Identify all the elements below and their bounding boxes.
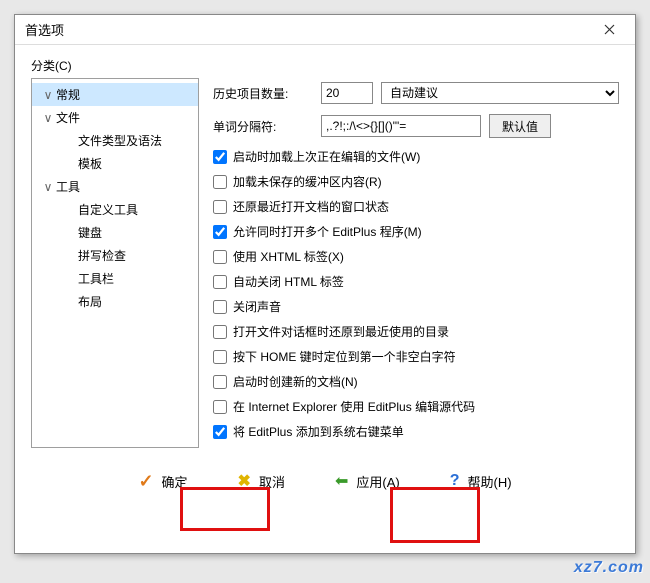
cancel-label: 取消: [259, 472, 285, 491]
option-checkbox[interactable]: [213, 300, 227, 314]
tree-expander-icon: ∨: [42, 111, 54, 125]
dialog-title: 首选项: [25, 20, 64, 39]
option-checkbox[interactable]: [213, 150, 227, 164]
checkbox-row: 加载未保存的缓冲区内容(R): [213, 173, 619, 190]
option-checkbox[interactable]: [213, 375, 227, 389]
preferences-dialog: 首选项 分类(C) ∨常规∨文件文件类型及语法模板∨工具自定义工具键盘拼写检查工…: [14, 14, 636, 554]
apply-button[interactable]: ⬅ 应用(A): [323, 468, 412, 494]
checkmark-icon: ✓: [138, 471, 153, 492]
ok-button[interactable]: ✓ 确定: [126, 468, 199, 494]
tree-item[interactable]: 工具栏: [32, 267, 198, 290]
settings-panel: 历史项目数量: 自动建议 单词分隔符: 默认值 启动时加载上次正在编辑的文件(W…: [213, 78, 619, 448]
close-icon: [604, 24, 615, 35]
checkbox-row: 关闭声音: [213, 298, 619, 315]
checkbox-row: 允许同时打开多个 EditPlus 程序(M): [213, 223, 619, 240]
tree-item[interactable]: 自定义工具: [32, 198, 198, 221]
checkbox-row: 自动关闭 HTML 标签: [213, 273, 619, 290]
tree-item-label: 文件类型及语法: [78, 132, 162, 149]
tree-expander-icon: ∨: [42, 180, 54, 194]
checkbox-row: 使用 XHTML 标签(X): [213, 248, 619, 265]
checkbox-row: 启动时加载上次正在编辑的文件(W): [213, 148, 619, 165]
tree-item[interactable]: 拼写检查: [32, 244, 198, 267]
tree-item[interactable]: ∨文件: [32, 106, 198, 129]
option-label[interactable]: 打开文件对话框时还原到最近使用的目录: [233, 323, 449, 340]
tree-item-label: 模板: [78, 155, 102, 172]
delimiter-label: 单词分隔符:: [213, 118, 313, 135]
help-label: 帮助(H): [468, 472, 512, 491]
titlebar: 首选项: [15, 15, 635, 45]
suggest-select[interactable]: 自动建议: [381, 82, 619, 104]
tree-item[interactable]: ∨常规: [32, 83, 198, 106]
button-bar: ✓ 确定 ✖ 取消 ⬅ 应用(A) ? 帮助(H): [31, 448, 619, 512]
tree-expander-icon: ∨: [42, 88, 54, 102]
option-checkbox[interactable]: [213, 325, 227, 339]
option-checkbox[interactable]: [213, 275, 227, 289]
x-icon: ✖: [238, 471, 251, 491]
delimiter-input[interactable]: [321, 115, 481, 137]
tree-item[interactable]: 文件类型及语法: [32, 129, 198, 152]
option-checkbox[interactable]: [213, 200, 227, 214]
watermark: xz7.com: [574, 559, 644, 577]
option-label[interactable]: 按下 HOME 键时定位到第一个非空白字符: [233, 348, 456, 365]
category-tree[interactable]: ∨常规∨文件文件类型及语法模板∨工具自定义工具键盘拼写检查工具栏布局: [31, 78, 199, 448]
tree-item-label: 自定义工具: [78, 201, 138, 218]
option-label[interactable]: 启动时创建新的文档(N): [233, 373, 358, 390]
checkbox-row: 按下 HOME 键时定位到第一个非空白字符: [213, 348, 619, 365]
checkbox-row: 将 EditPlus 添加到系统右键菜单: [213, 423, 619, 440]
cancel-button[interactable]: ✖ 取消: [226, 468, 297, 494]
tree-item-label: 文件: [56, 109, 80, 126]
tree-item-label: 键盘: [78, 224, 102, 241]
checkbox-row: 启动时创建新的文档(N): [213, 373, 619, 390]
close-button[interactable]: [591, 16, 627, 44]
option-label[interactable]: 允许同时打开多个 EditPlus 程序(M): [233, 223, 422, 240]
option-label[interactable]: 使用 XHTML 标签(X): [233, 248, 344, 265]
tree-item-label: 常规: [56, 86, 80, 103]
option-label[interactable]: 自动关闭 HTML 标签: [233, 273, 344, 290]
apply-label: 应用(A): [356, 472, 399, 491]
tree-item-label: 拼写检查: [78, 247, 126, 264]
option-label[interactable]: 还原最近打开文档的窗口状态: [233, 198, 389, 215]
tree-item[interactable]: 键盘: [32, 221, 198, 244]
option-label[interactable]: 在 Internet Explorer 使用 EditPlus 编辑源代码: [233, 398, 475, 415]
option-label[interactable]: 加载未保存的缓冲区内容(R): [233, 173, 382, 190]
tree-item-label: 工具栏: [78, 270, 114, 287]
option-checkbox[interactable]: [213, 250, 227, 264]
option-checkbox[interactable]: [213, 225, 227, 239]
option-checkbox[interactable]: [213, 175, 227, 189]
arrow-left-icon: ⬅: [335, 471, 348, 491]
option-label[interactable]: 将 EditPlus 添加到系统右键菜单: [233, 423, 404, 440]
ok-label: 确定: [162, 472, 188, 491]
dialog-body: 分类(C) ∨常规∨文件文件类型及语法模板∨工具自定义工具键盘拼写检查工具栏布局…: [15, 45, 635, 512]
history-count-label: 历史项目数量:: [213, 85, 313, 102]
checkbox-list: 启动时加载上次正在编辑的文件(W) 加载未保存的缓冲区内容(R) 还原最近打开文档的…: [213, 148, 619, 440]
tree-item[interactable]: 布局: [32, 290, 198, 313]
question-icon: ?: [450, 472, 460, 490]
option-checkbox[interactable]: [213, 350, 227, 364]
category-label: 分类(C): [31, 57, 619, 74]
option-checkbox[interactable]: [213, 425, 227, 439]
checkbox-row: 打开文件对话框时还原到最近使用的目录: [213, 323, 619, 340]
tree-item[interactable]: 模板: [32, 152, 198, 175]
history-count-input[interactable]: [321, 82, 373, 104]
default-button[interactable]: 默认值: [489, 114, 551, 138]
tree-item[interactable]: ∨工具: [32, 175, 198, 198]
tree-item-label: 布局: [78, 293, 102, 310]
tree-item-label: 工具: [56, 178, 80, 195]
checkbox-row: 在 Internet Explorer 使用 EditPlus 编辑源代码: [213, 398, 619, 415]
option-label[interactable]: 启动时加载上次正在编辑的文件(W): [233, 148, 420, 165]
option-label[interactable]: 关闭声音: [233, 298, 281, 315]
option-checkbox[interactable]: [213, 400, 227, 414]
checkbox-row: 还原最近打开文档的窗口状态: [213, 198, 619, 215]
help-button[interactable]: ? 帮助(H): [438, 468, 524, 494]
